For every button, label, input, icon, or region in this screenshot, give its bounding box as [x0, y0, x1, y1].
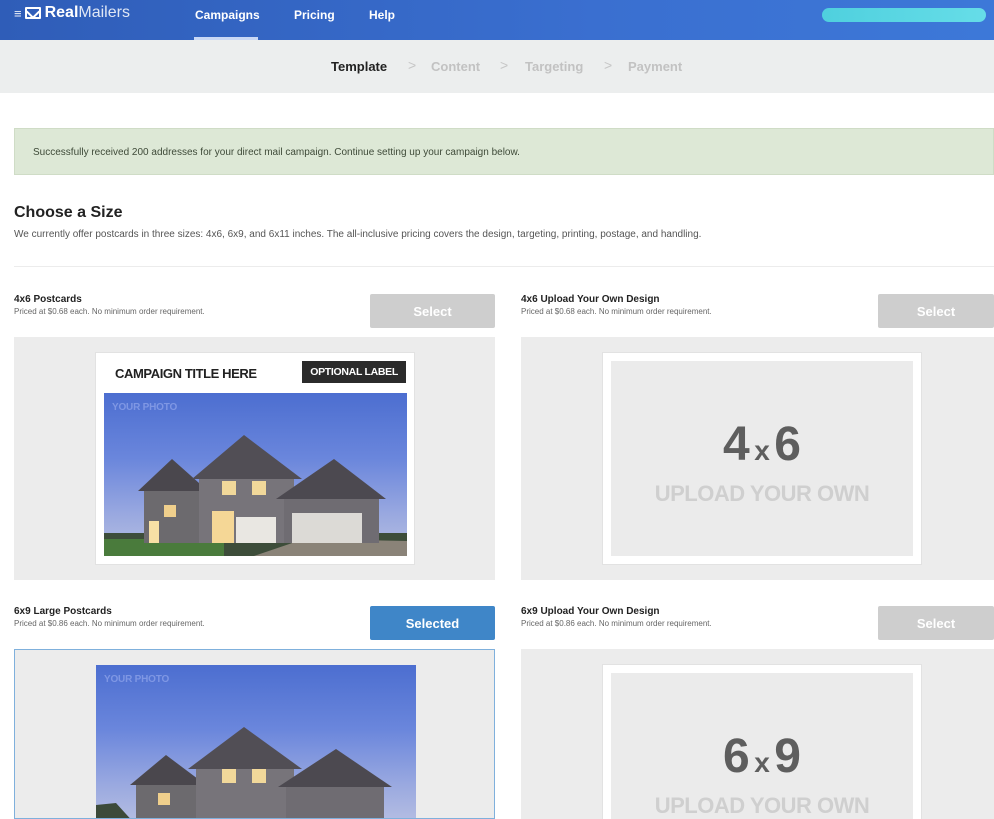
option-title: 6x9 Large Postcards: [14, 606, 112, 617]
postcard-preview: CAMPAIGN TITLE HERE OPTIONAL LABEL YOUR …: [95, 352, 415, 565]
house-photo: YOUR PHOTO: [96, 665, 416, 818]
campaign-title: CAMPAIGN TITLE HERE: [115, 366, 257, 381]
upload-placeholder: 6 x 9 UPLOAD YOUR OWN: [611, 673, 913, 819]
account-menu[interactable]: [822, 8, 986, 22]
option-preview-4x6-upload[interactable]: 4 x 6 UPLOAD YOUR OWN: [521, 337, 994, 580]
step-separator-icon: >: [604, 57, 613, 73]
select-6x9-upload-button[interactable]: Select: [878, 606, 994, 640]
option-subtitle: Priced at $0.86 each. No minimum order r…: [521, 619, 712, 628]
nav-help[interactable]: Help: [369, 8, 395, 22]
select-4x6-postcards-button[interactable]: Select: [370, 294, 495, 328]
upload-your-own-label: UPLOAD YOUR OWN: [654, 793, 870, 818]
step-separator-icon: >: [500, 57, 509, 73]
envelope-icon: [24, 7, 41, 19]
option-title: 6x9 Upload Your Own Design: [521, 606, 660, 617]
option-subtitle: Priced at $0.86 each. No minimum order r…: [14, 619, 205, 628]
logo-text-bold: Real: [44, 4, 79, 21]
upload-your-own-label: UPLOAD YOUR OWN: [654, 481, 870, 506]
option-preview-6x9-postcards[interactable]: YOUR PHOTO: [14, 649, 495, 819]
option-subtitle: Priced at $0.68 each. No minimum order r…: [521, 307, 712, 316]
option-title: 4x6 Upload Your Own Design: [521, 294, 660, 305]
step-template[interactable]: Template: [331, 59, 387, 74]
option-preview-6x9-upload[interactable]: 6 x 9 UPLOAD YOUR OWN: [521, 649, 994, 819]
selected-6x9-postcards-button[interactable]: Selected: [370, 606, 495, 640]
optional-label: OPTIONAL LABEL: [302, 361, 406, 383]
nav-pricing[interactable]: Pricing: [294, 8, 335, 22]
size-label-4x6: 4 x 6: [723, 418, 801, 471]
step-targeting[interactable]: Targeting: [525, 59, 583, 74]
step-separator-icon: >: [408, 57, 417, 73]
step-content[interactable]: Content: [431, 59, 480, 74]
select-4x6-upload-button[interactable]: Select: [878, 294, 994, 328]
progress-steps: [0, 40, 994, 93]
upload-placeholder: 4 x 6 UPLOAD YOUR OWN: [611, 361, 913, 556]
house-illustration: [96, 727, 392, 818]
top-navbar: ≡ Real Mailers Campaigns Pricing Help: [0, 0, 994, 40]
section-description: We currently offer postcards in three si…: [14, 229, 702, 240]
upload-preview-card: 4 x 6 UPLOAD YOUR OWN: [602, 352, 922, 565]
house-photo: YOUR PHOTO: [104, 393, 407, 556]
step-payment[interactable]: Payment: [628, 59, 682, 74]
realmailers-logo[interactable]: ≡ Real Mailers: [14, 4, 130, 22]
size-label-6x9: 6 x 9: [723, 730, 801, 783]
upload-preview-card: 6 x 9 UPLOAD YOUR OWN: [602, 664, 922, 819]
option-title: 4x6 Postcards: [14, 294, 82, 305]
success-alert: Successfully received 200 addresses for …: [14, 128, 994, 175]
nav-campaigns[interactable]: Campaigns: [195, 8, 260, 22]
option-subtitle: Priced at $0.68 each. No minimum order r…: [14, 307, 205, 316]
house-illustration: [104, 435, 407, 556]
menu-icon[interactable]: ≡: [14, 6, 22, 21]
alert-message: Successfully received 200 addresses for …: [33, 147, 520, 158]
divider: [14, 266, 994, 267]
section-title: Choose a Size: [14, 204, 123, 221]
logo-text-light: Mailers: [78, 4, 130, 21]
option-preview-4x6-postcards[interactable]: CAMPAIGN TITLE HERE OPTIONAL LABEL YOUR …: [14, 337, 495, 580]
